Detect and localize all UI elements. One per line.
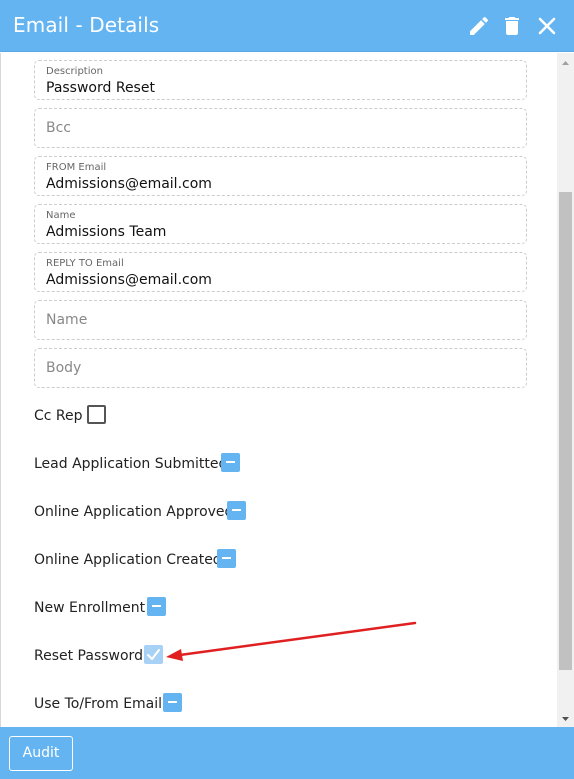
checkmark-icon xyxy=(147,649,160,660)
bcc-placeholder: Bcc xyxy=(46,120,71,136)
close-icon[interactable] xyxy=(535,14,559,38)
bcc-field[interactable]: Bcc xyxy=(34,108,527,148)
use-to-from-email-checkbox[interactable] xyxy=(163,693,182,712)
scroll-down-arrow-icon[interactable] xyxy=(557,711,574,725)
new-enrollment-checkbox[interactable] xyxy=(147,597,166,616)
body-placeholder: Body xyxy=(46,360,82,376)
online-application-created-checkbox[interactable] xyxy=(217,549,236,568)
trash-icon[interactable] xyxy=(500,14,524,38)
description-field[interactable]: Description Password Reset xyxy=(34,60,527,100)
online-application-created-row: Online Application Created xyxy=(34,549,244,573)
reply-to-email-label: REPLY TO Email xyxy=(46,258,124,269)
cc-rep-checkbox[interactable] xyxy=(87,405,106,424)
new-enrollment-label: New Enrollment xyxy=(34,600,146,616)
reset-password-row: Reset Password xyxy=(34,645,169,669)
dialog-header: Email - Details xyxy=(0,0,574,52)
from-name-value: Admissions Team xyxy=(46,224,167,240)
reset-password-checkbox[interactable] xyxy=(144,645,163,664)
dialog-title: Email - Details xyxy=(13,13,160,37)
reply-name-placeholder: Name xyxy=(46,312,88,328)
from-email-field[interactable]: FROM Email Admissions@email.com xyxy=(34,156,527,196)
online-application-approved-row: Online Application Approved xyxy=(34,501,254,525)
use-to-from-email-row: Use To/From Email xyxy=(34,693,184,717)
from-name-label: Name xyxy=(46,210,76,221)
online-application-approved-label: Online Application Approved xyxy=(34,504,234,520)
online-application-created-label: Online Application Created xyxy=(34,552,222,568)
vertical-scrollbar[interactable] xyxy=(557,53,574,727)
lead-application-submitted-checkbox[interactable] xyxy=(221,453,240,472)
reply-to-email-value: Admissions@email.com xyxy=(46,272,212,288)
online-application-approved-checkbox[interactable] xyxy=(227,501,246,520)
description-value: Password Reset xyxy=(46,80,155,96)
from-email-value: Admissions@email.com xyxy=(46,176,212,192)
from-name-field[interactable]: Name Admissions Team xyxy=(34,204,527,244)
reply-to-email-field[interactable]: REPLY TO Email Admissions@email.com xyxy=(34,252,527,292)
lead-application-submitted-label: Lead Application Submitted xyxy=(34,456,228,472)
body-field[interactable]: Body xyxy=(34,348,527,388)
use-to-from-email-label: Use To/From Email xyxy=(34,696,163,712)
new-enrollment-row: New Enrollment xyxy=(34,597,174,621)
from-email-label: FROM Email xyxy=(46,162,107,173)
scroll-up-arrow-icon[interactable] xyxy=(557,55,574,69)
lead-application-submitted-row: Lead Application Submitted xyxy=(34,453,254,477)
cc-rep-row: Cc Rep xyxy=(34,405,114,429)
dialog-footer: Audit xyxy=(0,727,574,779)
details-form: Description Password Reset Bcc FROM Emai… xyxy=(0,53,574,727)
scrollbar-thumb[interactable] xyxy=(559,192,572,670)
cc-rep-label: Cc Rep xyxy=(34,408,83,424)
pencil-icon[interactable] xyxy=(467,14,491,38)
audit-button[interactable]: Audit xyxy=(9,736,73,771)
reset-password-label: Reset Password xyxy=(34,648,143,664)
description-label: Description xyxy=(46,66,103,77)
reply-name-field[interactable]: Name xyxy=(34,300,527,340)
